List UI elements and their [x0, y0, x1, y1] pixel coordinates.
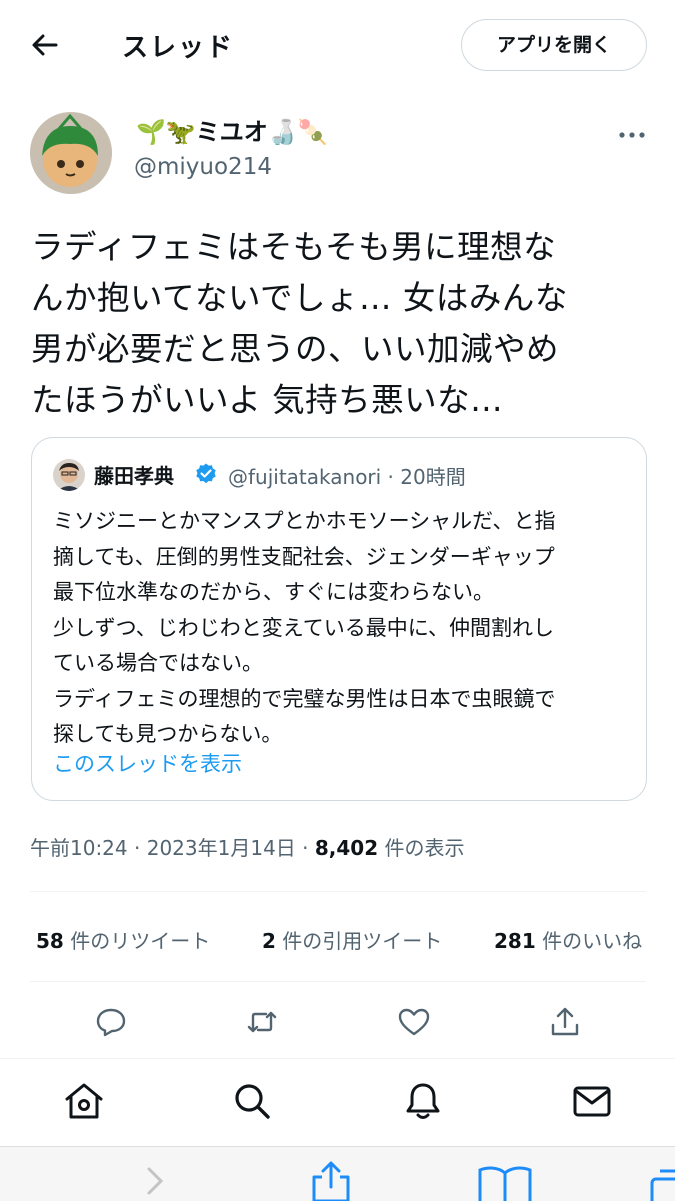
quoted-handle-time: @fujitatakanori · 20時間	[228, 465, 466, 489]
tweet-text-line: んか抱いてないでしょ… 女はみんな	[31, 279, 568, 317]
reply-icon[interactable]	[93, 1004, 129, 1040]
likes-count: 281	[494, 929, 536, 953]
share-icon[interactable]	[547, 1004, 583, 1040]
tabs-icon[interactable]	[648, 1161, 675, 1201]
open-app-button[interactable]: アプリを開く	[461, 19, 647, 71]
retweet-icon[interactable]	[244, 1004, 280, 1040]
likes-stat[interactable]: 281 件のいいね	[494, 925, 642, 954]
verified-badge-icon	[196, 463, 216, 484]
sake-emoji-icon: 🍶	[267, 118, 298, 146]
tweet-meta: 午前10:24 · 2023年1月14日 · 8,402 件の表示	[30, 836, 465, 860]
like-icon[interactable]	[396, 1004, 432, 1040]
views-count: 8,402	[314, 836, 379, 860]
bookmarks-icon[interactable]	[476, 1161, 534, 1201]
tweet-time: 午前10:24	[30, 836, 128, 860]
seedling-emoji-icon: 🌱	[136, 118, 166, 146]
top-bar: スレッド アプリを開く	[0, 0, 675, 90]
page-title: スレッド	[122, 33, 235, 63]
bottom-tab-bar	[0, 1058, 675, 1147]
search-icon[interactable]	[230, 1079, 274, 1123]
quoted-text: ミソジニーとかマンスプとかホモソーシャルだ、と指 摘しても、圧倒的男性支配社会、…	[53, 509, 556, 746]
likes-label: 件のいいね	[542, 929, 643, 953]
retweets-label: 件のリツイート	[70, 929, 211, 953]
display-name-text: ミユオ	[195, 118, 268, 146]
divider	[30, 981, 646, 982]
tweet-text: ラディフェミはそもそも男に理想な んか抱いてないでしょ… 女はみんな 男が必要だ…	[31, 222, 651, 426]
forward-icon[interactable]	[142, 1161, 168, 1201]
user-handle[interactable]: @miyuo214	[134, 154, 272, 180]
tweet-date: 2023年1月14日	[146, 836, 296, 860]
tweet-text-line: 男が必要だと思うの、いい加減やめ	[31, 330, 560, 368]
quoted-avatar	[53, 459, 85, 491]
quotes-label: 件の引用ツイート	[282, 929, 443, 953]
more-icon[interactable]	[612, 122, 652, 148]
divider	[30, 891, 646, 892]
tweet-text-line: たほうがいいよ 気持ち悪いな…	[31, 381, 504, 419]
tweet-text-line: ラディフェミはそもそも男に理想な	[31, 228, 557, 266]
messages-icon[interactable]	[570, 1079, 614, 1123]
browser-share-icon[interactable]	[308, 1161, 354, 1201]
dango-emoji-icon: 🍡	[297, 118, 328, 146]
retweets-count: 58	[36, 929, 64, 953]
quotes-count: 2	[262, 929, 276, 953]
dinosaur-emoji-icon: 🦖	[165, 118, 196, 146]
quotes-stat[interactable]: 2 件の引用ツイート	[262, 925, 442, 954]
quoted-time: 20時間	[400, 465, 466, 489]
notifications-icon[interactable]	[401, 1079, 445, 1123]
quoted-display-name: 藤田孝典	[94, 464, 174, 488]
display-name[interactable]: 🌱🦖ミユオ🍶🍡	[136, 112, 328, 147]
avatar-image	[30, 112, 112, 194]
views-label: 件の表示	[384, 836, 465, 860]
quoted-tweet-card[interactable]: 藤田孝典 @fujitatakanori · 20時間 ミソジニーとかマンスプと…	[31, 437, 647, 801]
back-arrow-icon[interactable]	[28, 28, 62, 62]
quoted-handle: @fujitatakanori	[228, 465, 382, 489]
retweets-stat[interactable]: 58 件のリツイート	[36, 925, 210, 954]
show-thread-link[interactable]: このスレッドを表示	[53, 748, 242, 778]
home-icon[interactable]	[62, 1079, 106, 1123]
engagement-stats: 58 件のリツイート 2 件の引用ツイート 281 件のいいね	[36, 925, 656, 955]
browser-toolbar	[0, 1146, 675, 1201]
avatar[interactable]	[30, 112, 112, 194]
